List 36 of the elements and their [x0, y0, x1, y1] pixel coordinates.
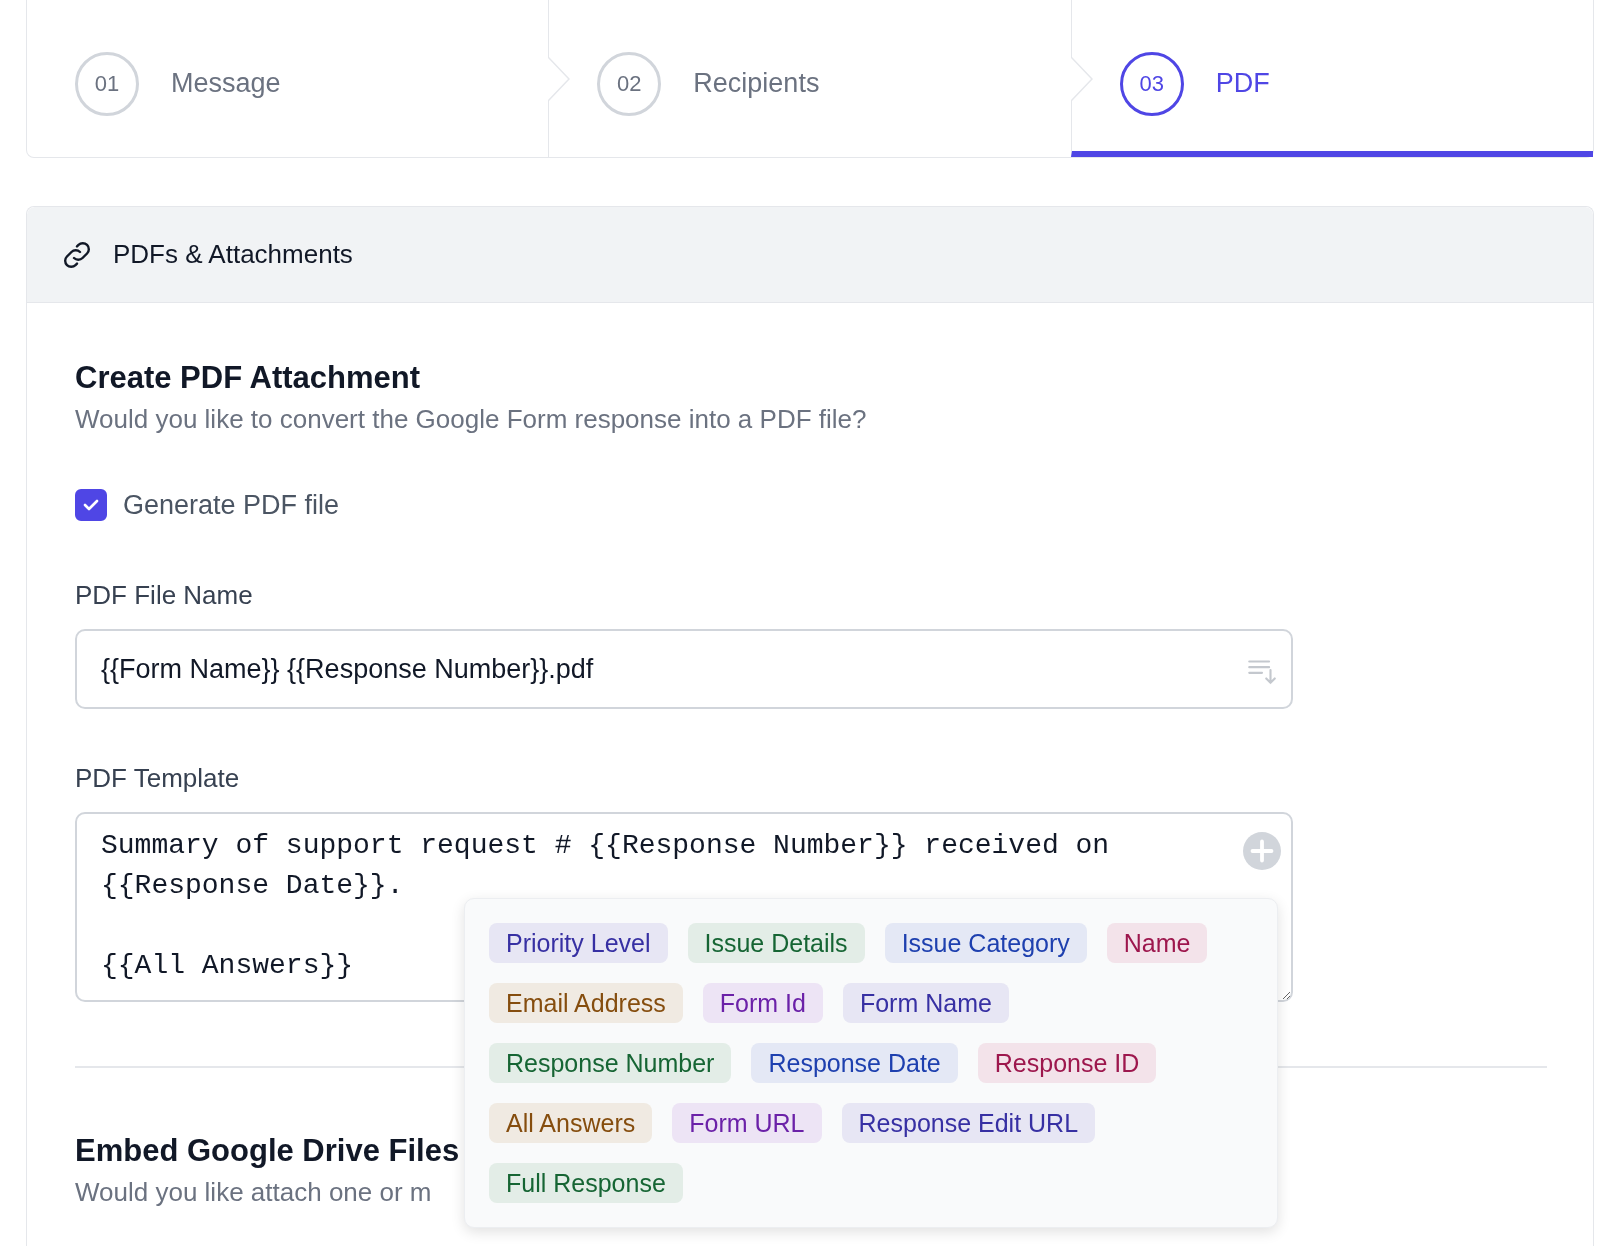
file-name-field[interactable]: {{Form Name}} {{Response Number}}.pdf — [75, 628, 1293, 710]
checkbox-label: Generate PDF file — [123, 489, 340, 523]
step-tab[interactable]: 03 PDF — [1070, 0, 1593, 157]
tag-chip[interactable]: Name — [1106, 923, 1208, 963]
tag-chip[interactable]: Form Id — [702, 983, 823, 1023]
tag-chip[interactable]: Form Name — [842, 983, 1009, 1023]
add-icon[interactable] — [1243, 832, 1281, 871]
tag-chip[interactable]: All Answers — [489, 1103, 653, 1143]
step-number: 02 — [597, 51, 662, 116]
tag-chip[interactable]: Priority Level — [489, 923, 668, 963]
step-label: Message — [171, 67, 281, 101]
tag-chip[interactable]: Response ID — [977, 1043, 1157, 1083]
tag-chip[interactable]: Response Date — [751, 1043, 958, 1083]
tag-chip[interactable]: Issue Category — [884, 923, 1087, 963]
step-number: 01 — [75, 51, 139, 116]
checkbox[interactable] — [75, 489, 107, 522]
section-title: Create PDF Attachment — [75, 359, 422, 397]
step-label: PDF — [1215, 67, 1270, 101]
tag-chip[interactable]: Email Address — [489, 983, 683, 1023]
section-subtitle: Would you like to convert the Google Form response into a PDF file? — [75, 403, 867, 437]
field-label: PDF File Name — [75, 578, 254, 612]
tag-chip[interactable]: Response Edit URL — [841, 1103, 1096, 1143]
step-number: 03 — [1119, 51, 1184, 116]
chevron-icon — [1070, 56, 1093, 101]
step-label: Recipients — [693, 67, 820, 101]
tag-chip[interactable]: Full Response — [489, 1163, 683, 1203]
section-subtitle: Would you like attach one or m — [75, 1176, 432, 1210]
step-tab[interactable]: 01 Message — [27, 0, 549, 157]
chevron-icon — [548, 56, 571, 101]
tag-chip[interactable]: Response Number — [489, 1043, 732, 1083]
field-label: PDF Template — [75, 762, 241, 796]
section-title: Embed Google Drive Files — [75, 1132, 461, 1170]
tag-chip[interactable]: Form URL — [672, 1103, 822, 1143]
panel-title: PDFs & Attachments — [113, 238, 353, 271]
tag-chip[interactable]: Issue Details — [687, 923, 865, 963]
step-tab[interactable]: 02 Recipients — [548, 0, 1071, 157]
